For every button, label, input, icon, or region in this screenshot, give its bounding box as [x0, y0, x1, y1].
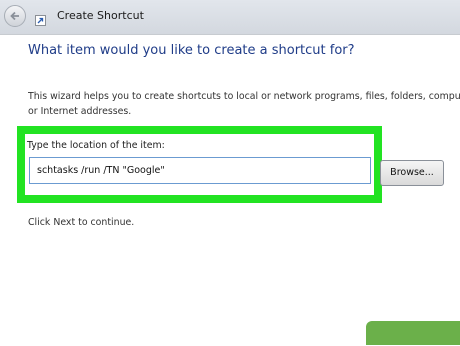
shortcut-icon: [35, 11, 46, 26]
location-highlight-box: Type the location of the item: schtasks …: [17, 126, 382, 203]
wizard-panel: What item would you like to create a sho…: [0, 34, 460, 346]
back-arrow-icon: [10, 11, 19, 21]
location-label: Type the location of the item:: [27, 140, 165, 151]
page-title: What item would you like to create a sho…: [28, 43, 355, 58]
description-line-1: This wizard helps you to create shortcut…: [28, 91, 460, 102]
next-hint-text: Click Next to continue.: [28, 217, 135, 228]
description-line-2: or Internet addresses.: [28, 106, 132, 117]
browse-button[interactable]: Browse...: [380, 160, 444, 186]
wizard-description: This wizard helps you to create shortcut…: [28, 89, 460, 119]
window-title: Create Shortcut: [57, 9, 144, 22]
wikihow-watermark: [366, 321, 460, 345]
back-button[interactable]: [4, 5, 26, 27]
title-bar: Create Shortcut: [0, 0, 460, 34]
location-input[interactable]: schtasks /run /TN "Google": [29, 157, 371, 184]
